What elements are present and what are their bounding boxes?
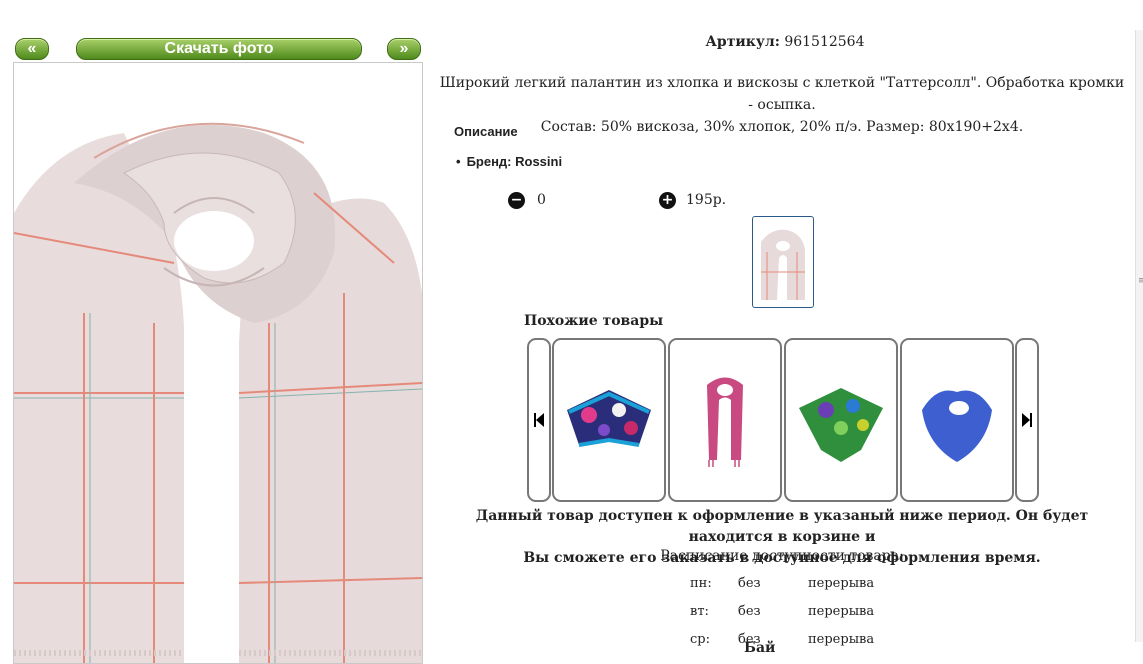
schedule-day: ср: [690,632,710,647]
product-description: Широкий легкий палантин из хлопка и виск… [437,72,1127,138]
skip-forward-icon [1022,413,1032,427]
schedule-value: перерыва [808,632,875,647]
description-line-2: Состав: 50% вискоза, 30% хлопок, 20% п/э… [540,119,1024,135]
quantity-stepper: − 0 + 195р. [508,190,726,210]
similar-product-1[interactable] [552,338,666,502]
scarf-thumbnail-image [761,229,805,300]
carousel-prev-button[interactable] [527,338,551,502]
schedule-row: ср: без перерыва [690,632,908,660]
scarf-image-4 [922,390,992,462]
minus-icon[interactable]: − [508,191,525,209]
schedule-value: без [738,604,761,619]
similar-product-4[interactable] [900,338,1014,502]
cut-off-text: Бай [744,640,776,656]
sku-line: Артикул: 961512564 [0,34,1143,50]
schedule-row: вт: без перерыва [690,604,908,632]
schedule-day: вт: [690,604,709,619]
schedule-value: без [738,576,761,591]
brand-item: Бренд: Rossini [456,154,563,169]
similar-products-title: Похожие товары [524,313,664,329]
scarf-image-3 [799,388,883,462]
sku-value: 961512564 [784,34,865,50]
carousel-next-button[interactable] [1015,338,1039,502]
selected-thumbnail[interactable] [752,216,814,308]
scarf-image-1 [567,390,651,447]
similar-product-2[interactable] [668,338,782,502]
description-line-1: Широкий легкий палантин из хлопка и виск… [439,75,1125,113]
scarf-image [14,122,422,663]
scrollbar-thumb-icon[interactable]: ≡ [1138,276,1143,286]
price: 195р. [686,192,727,208]
schedule-title: Расписание доступности товара: [660,548,904,564]
schedule-value: перерыва [808,576,875,591]
sku-label: Артикул: [705,34,780,50]
schedule-value: перерыва [808,604,875,619]
schedule-row: пн: без перерыва [690,576,908,604]
product-photo [13,62,423,664]
notice-line-1: Данный товар доступен к оформление в ука… [475,508,1089,545]
skip-back-icon [534,413,544,427]
scarf-image-2 [707,377,743,467]
similar-product-3[interactable] [784,338,898,502]
schedule-table: пн: без перерыва вт: без перерыва ср: бе… [690,576,908,660]
description-heading: Описание [454,124,518,139]
schedule-day: пн: [690,576,712,591]
page-scrollbar[interactable] [1135,30,1143,642]
plus-icon[interactable]: + [659,191,676,209]
quantity-value: 0 [537,192,546,208]
